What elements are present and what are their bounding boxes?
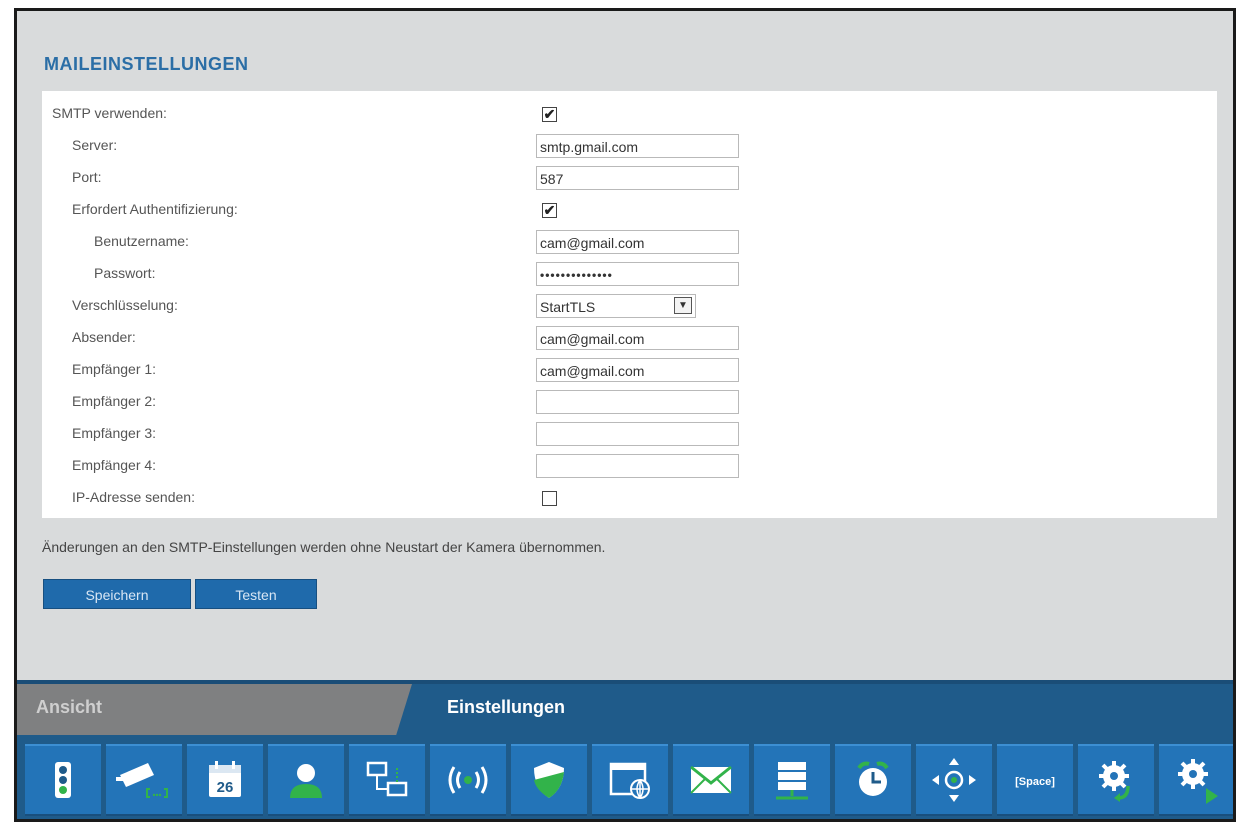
toolbar-wireless-button[interactable] [430,744,506,816]
password-label: Passwort: [94,265,156,281]
row-smtp: SMTP verwenden: ✔ [42,101,1217,129]
toolbar-camera-button[interactable] [106,744,182,816]
auth-label: Erfordert Authentifizierung: [72,201,238,217]
password-input[interactable]: •••••••••••••• [536,262,739,286]
shield-icon [534,762,564,798]
toolbar-ptz-button[interactable] [916,744,992,816]
mail-settings-panel: SMTP verwenden: ✔ Server: smtp.gmail.com… [42,91,1217,518]
toolbar-space-button[interactable]: [Space] [997,744,1073,816]
toolbar-run-button[interactable] [1159,744,1233,816]
page-title: MAILEINSTELLUNGEN [44,54,249,74]
space-label: [Space] [1015,776,1055,788]
settings-restore-icon [1099,761,1130,802]
ip-checkbox[interactable] [542,491,557,506]
toolbar-user-button[interactable] [268,744,344,816]
recipient2-input[interactable] [536,390,739,414]
ip-label: IP-Adresse senden: [72,489,195,505]
row-recipient4: Empfänger 4: [42,453,1217,481]
recipient1-input[interactable]: cam@gmail.com [536,358,739,382]
calendar-icon: 26 [209,761,241,797]
tab-settings[interactable]: Einstellungen [447,697,565,718]
toolbar-status-button[interactable] [25,744,101,816]
tab-view-label: Ansicht [36,697,103,717]
row-username: Benutzername: cam@gmail.com [42,229,1217,257]
row-ip: IP-Adresse senden: [42,485,1217,513]
server-label: Server: [72,137,118,153]
recipient3-label: Empfänger 3: [72,425,157,441]
toolbar-web-button[interactable] [592,744,668,816]
smtp-label: SMTP verwenden: [52,105,167,121]
username-input[interactable]: cam@gmail.com [536,230,739,254]
calendar-day: 26 [217,779,234,796]
toolbar-restore-button[interactable] [1078,744,1154,816]
recipient1-label: Empfänger 1: [72,361,157,377]
row-recipient1: Empfänger 1: cam@gmail.com [42,357,1217,385]
storage-icon [776,762,808,800]
server-input[interactable]: smtp.gmail.com [536,134,739,158]
row-recipient2: Empfänger 2: [42,389,1217,417]
recipient2-label: Empfänger 2: [72,393,157,409]
row-port: Port: 587 [42,165,1217,193]
row-password: Passwort: •••••••••••••• [42,261,1217,289]
row-auth: Erfordert Authentifizierung: ✔ [42,197,1217,225]
settings-toolbar: 26 [Space] [17,735,1233,819]
port-input[interactable]: 587 [536,166,739,190]
camera-icon [116,763,168,798]
toolbar-storage-button[interactable] [754,744,830,816]
encryption-value: StartTLS [540,299,596,315]
encryption-label: Verschlüsselung: [72,297,178,313]
smtp-checkbox[interactable]: ✔ [542,107,557,122]
recipient3-input[interactable] [536,422,739,446]
space-icon: [Space] [1015,776,1055,788]
alarm-clock-icon [857,761,889,796]
settings-run-icon [1178,759,1218,804]
recipient4-label: Empfänger 4: [72,457,157,473]
encryption-select[interactable]: StartTLS ▼ [536,294,696,318]
tab-bar: Ansicht Einstellungen [17,680,1233,735]
toolbar-security-button[interactable] [511,744,587,816]
app-frame: MAILEINSTELLUNGEN SMTP verwenden: ✔ Serv… [14,8,1236,822]
save-button[interactable]: Speichern [43,579,191,609]
test-button[interactable]: Testen [195,579,317,609]
chevron-down-icon[interactable]: ▼ [674,297,692,314]
auth-checkbox[interactable]: ✔ [542,203,557,218]
username-label: Benutzername: [94,233,189,249]
toolbar-network-button[interactable] [349,744,425,816]
sender-label: Absender: [72,329,136,345]
toolbar-schedule-button[interactable] [835,744,911,816]
port-label: Port: [72,169,102,185]
user-icon [290,764,322,798]
row-recipient3: Empfänger 3: [42,421,1217,449]
row-sender: Absender: cam@gmail.com [42,325,1217,353]
network-icon [366,761,408,797]
smtp-note: Änderungen an den SMTP-Einstellungen wer… [42,539,606,555]
status-light-icon [55,762,71,798]
toolbar-mail-button[interactable] [673,744,749,816]
web-icon [609,762,650,799]
mail-icon [690,765,732,794]
sender-input[interactable]: cam@gmail.com [536,326,739,350]
wireless-icon [448,766,488,794]
toolbar-calendar-button[interactable]: 26 [187,744,263,816]
tab-view[interactable]: Ansicht [17,684,412,735]
recipient4-input[interactable] [536,454,739,478]
row-encryption: Verschlüsselung: StartTLS ▼ [42,293,1217,321]
row-server: Server: smtp.gmail.com [42,133,1217,161]
ptz-icon [932,758,976,802]
